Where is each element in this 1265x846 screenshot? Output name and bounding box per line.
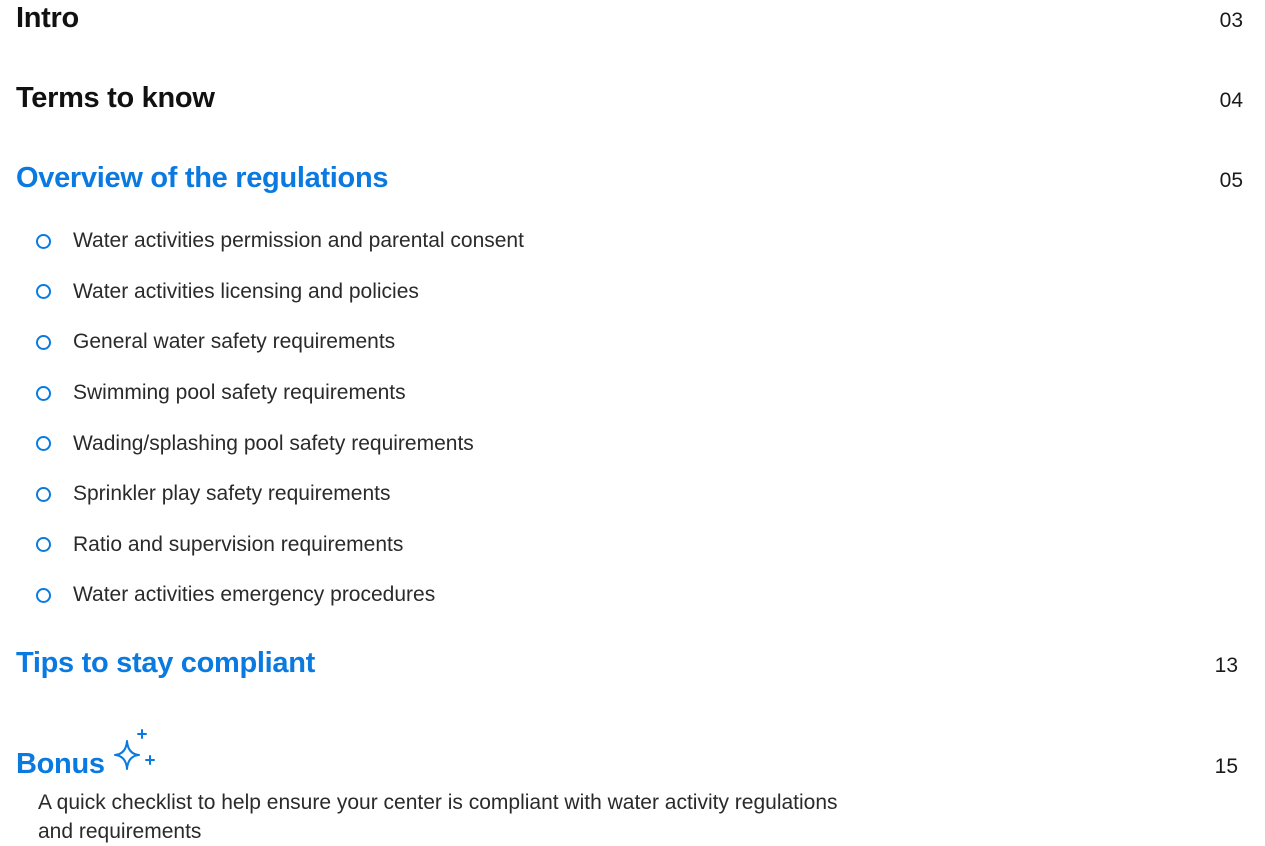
list-item-label: Water activities permission and parental… xyxy=(73,229,524,253)
circle-bullet-icon xyxy=(36,587,51,603)
circle-bullet-icon xyxy=(36,284,51,300)
tips-heading: Tips to stay compliant xyxy=(16,647,316,679)
bonus-heading-group: Bonus xyxy=(16,727,159,781)
toc-entry-tips[interactable]: Tips to stay compliant 13 xyxy=(16,647,1238,680)
bonus-heading: Bonus xyxy=(16,748,105,780)
list-item[interactable]: Water activities permission and parental… xyxy=(36,216,524,267)
list-item[interactable]: Sprinkler play safety requirements xyxy=(36,469,524,520)
list-item[interactable]: Wading/splashing pool safety requirement… xyxy=(36,418,524,469)
list-item-label: Ratio and supervision requirements xyxy=(73,532,404,556)
list-item[interactable]: Water activities licensing and policies xyxy=(36,267,524,318)
tips-page-number: 13 xyxy=(1214,654,1238,677)
list-item[interactable]: Water activities emergency procedures xyxy=(36,570,524,621)
list-item[interactable]: Swimming pool safety requirements xyxy=(36,368,524,419)
circle-bullet-icon xyxy=(36,334,51,350)
toc-entry-intro[interactable]: Intro 03 xyxy=(16,2,1243,35)
overview-page-number: 05 xyxy=(1219,169,1243,192)
toc-entry-terms[interactable]: Terms to know 04 xyxy=(16,82,1243,115)
circle-bullet-icon xyxy=(36,486,51,502)
sparkle-icon xyxy=(113,729,155,770)
toc-entry-overview[interactable]: Overview of the regulations 05 xyxy=(16,162,1243,195)
list-item-label: General water safety requirements xyxy=(73,330,396,354)
terms-page-number: 04 xyxy=(1219,89,1243,112)
intro-page-number: 03 xyxy=(1219,9,1243,32)
circle-bullet-icon xyxy=(36,436,51,452)
list-item-label: Water activities emergency procedures xyxy=(73,583,436,607)
circle-bullet-icon xyxy=(36,385,51,401)
overview-heading: Overview of the regulations xyxy=(16,162,389,194)
circle-bullet-icon xyxy=(36,537,51,553)
list-item[interactable]: General water safety requirements xyxy=(36,317,524,368)
list-item[interactable]: Ratio and supervision requirements xyxy=(36,520,524,571)
bonus-description: A quick checklist to help ensure your ce… xyxy=(38,791,838,843)
terms-heading: Terms to know xyxy=(16,82,215,114)
list-item-label: Swimming pool safety requirements xyxy=(73,381,406,405)
list-item-label: Water activities licensing and policies xyxy=(73,279,419,303)
list-item-label: Sprinkler play safety requirements xyxy=(73,482,391,506)
bonus-page-number: 15 xyxy=(1214,755,1238,778)
list-item-label: Wading/splashing pool safety requirement… xyxy=(73,431,474,455)
overview-subsection-list: Water activities permission and parental… xyxy=(36,216,524,621)
toc-entry-bonus[interactable]: Bonus 15 xyxy=(16,727,1238,781)
circle-bullet-icon xyxy=(36,233,51,249)
intro-heading: Intro xyxy=(16,2,79,34)
